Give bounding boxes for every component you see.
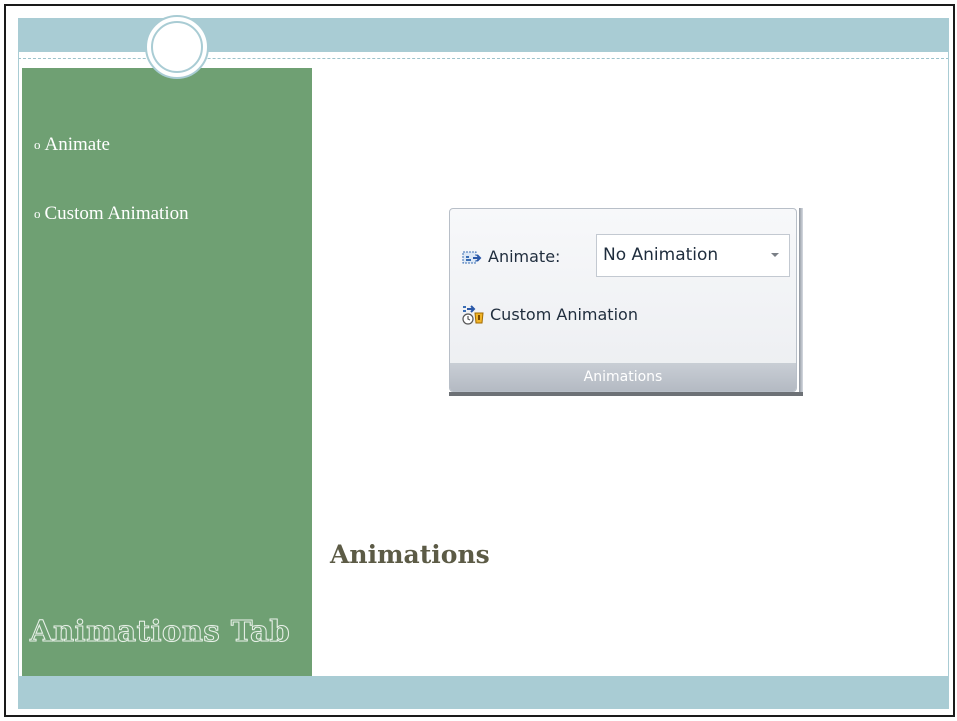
ribbon-shadow <box>449 392 803 396</box>
bottom-band <box>18 676 949 709</box>
animate-icon[interactable] <box>462 249 482 267</box>
animate-label: Animate: <box>488 247 561 266</box>
sidebar-title: Animations Tab <box>29 614 291 649</box>
animate-dropdown[interactable]: No Animation <box>596 234 790 277</box>
animate-dropdown-value: No Animation <box>603 245 719 265</box>
bullet-label: Animate <box>44 134 110 155</box>
ribbon-group-label: Animations <box>450 363 796 391</box>
sidebar-panel <box>22 68 312 676</box>
custom-animation-button[interactable]: Custom Animation <box>490 302 638 328</box>
bullet-custom-animation: o Custom Animation <box>34 203 189 225</box>
custom-animation-icon[interactable] <box>462 305 484 325</box>
chevron-down-icon[interactable] <box>771 253 779 257</box>
page-title: Animations <box>330 540 490 569</box>
bullet-label: Custom Animation <box>44 203 189 224</box>
bullet-animate: o Animate <box>34 134 110 156</box>
ribbon-group: Animate: No Animation Custom Animation A… <box>449 208 797 392</box>
ribbon-edge <box>799 208 803 392</box>
decorative-circle-inner <box>151 21 203 73</box>
bullet-glyph: o <box>34 137 41 152</box>
ribbon-group-image: Animate: No Animation Custom Animation A… <box>447 206 806 396</box>
bullet-glyph: o <box>34 206 41 221</box>
